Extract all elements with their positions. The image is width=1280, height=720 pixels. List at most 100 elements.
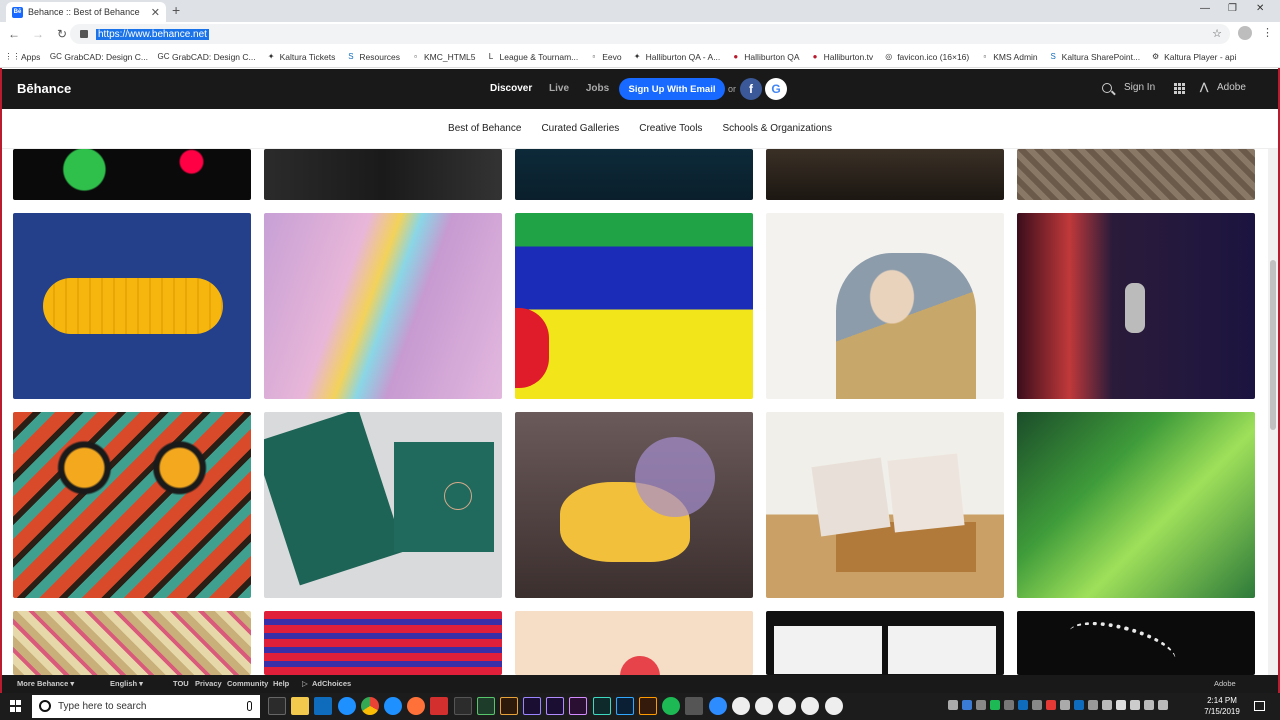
- firefox-icon[interactable]: [407, 697, 426, 715]
- tray-app-icon[interactable]: [1004, 700, 1014, 710]
- photoshop-icon[interactable]: [615, 697, 634, 715]
- tray-app-icon[interactable]: [1046, 700, 1056, 710]
- adobe-logo-icon[interactable]: ⋀: [1200, 82, 1208, 93]
- project-thumbnail[interactable]: [1017, 412, 1255, 598]
- nav-live[interactable]: Live: [549, 83, 569, 94]
- bookmark-star-icon[interactable]: ☆: [1212, 27, 1222, 40]
- media-encoder-icon[interactable]: [569, 697, 588, 715]
- nav-jobs[interactable]: Jobs: [586, 83, 609, 94]
- bookmark-item[interactable]: GC GrabCAD: Design C...: [50, 52, 148, 62]
- project-thumbnail[interactable]: [264, 213, 502, 399]
- nav-discover[interactable]: Discover: [490, 83, 532, 94]
- captivate-icon[interactable]: [476, 697, 495, 715]
- project-thumbnail[interactable]: [1017, 213, 1255, 399]
- app-icon[interactable]: [685, 697, 704, 715]
- app-icon[interactable]: [453, 697, 472, 715]
- tray-app-icon[interactable]: [1074, 700, 1084, 710]
- battery-icon[interactable]: [1130, 700, 1140, 710]
- search-icon[interactable]: [1102, 83, 1112, 93]
- bookmark-item[interactable]: ⚙ Kaltura Player - api: [1151, 52, 1236, 62]
- project-thumbnail[interactable]: [1017, 149, 1255, 200]
- bookmark-item[interactable]: L League & Tournam...: [487, 52, 579, 62]
- apps-grid-icon[interactable]: [1174, 83, 1185, 94]
- url-text[interactable]: https://www.behance.net: [96, 28, 209, 40]
- illustrator-icon[interactable]: [639, 697, 657, 715]
- project-thumbnail[interactable]: [264, 412, 502, 598]
- notification-icon[interactable]: [1254, 701, 1265, 711]
- minimize-icon[interactable]: —: [1200, 3, 1210, 14]
- audition-icon[interactable]: [592, 697, 611, 715]
- scrollbar-thumb[interactable]: [1270, 260, 1276, 430]
- reload-icon[interactable]: ↻: [52, 27, 72, 41]
- project-thumbnail[interactable]: [13, 412, 251, 598]
- restore-icon[interactable]: ❐: [1228, 3, 1237, 14]
- footer-community-link[interactable]: Community: [227, 679, 268, 688]
- obs-icon[interactable]: [731, 697, 750, 715]
- bookmark-item[interactable]: ▫ KMC_HTML5: [411, 52, 475, 62]
- microphone-icon[interactable]: [247, 701, 252, 711]
- project-thumbnail[interactable]: [13, 611, 251, 675]
- bookmark-item[interactable]: ◎ favicon.ico (16×16): [884, 52, 969, 62]
- taskbar-clock[interactable]: 2:14 PM 7/15/2019: [1200, 695, 1244, 717]
- footer-tou-link[interactable]: TOU: [173, 679, 189, 688]
- bookmark-item[interactable]: ✦ Kaltura Tickets: [267, 52, 336, 62]
- ie-icon[interactable]: [383, 697, 402, 715]
- close-window-icon[interactable]: ✕: [1256, 3, 1264, 14]
- project-thumbnail[interactable]: [13, 213, 251, 399]
- premiere-icon[interactable]: [546, 697, 565, 715]
- keyboard-icon[interactable]: [1158, 700, 1168, 710]
- bookmark-item[interactable]: ⋮⋮ Apps: [5, 52, 41, 62]
- bookmark-item[interactable]: GC GrabCAD: Design C...: [158, 52, 256, 62]
- bookmark-item[interactable]: S Kaltura SharePoint...: [1049, 52, 1140, 62]
- behance-logo[interactable]: Bēhance: [17, 81, 71, 96]
- footer-adobe-link[interactable]: Adobe: [1214, 679, 1236, 688]
- forward-icon[interactable]: →: [28, 27, 48, 41]
- obs-icon[interactable]: [801, 697, 820, 715]
- close-tab-icon[interactable]: ✕: [151, 6, 160, 19]
- task-view-icon[interactable]: [268, 697, 286, 715]
- language-icon[interactable]: [1144, 700, 1154, 710]
- project-thumbnail[interactable]: [1017, 611, 1255, 675]
- tray-app-icon[interactable]: [976, 700, 986, 710]
- bridge-icon[interactable]: [499, 697, 518, 715]
- network-icon[interactable]: [1116, 700, 1126, 710]
- subnav-curated-galleries[interactable]: Curated Galleries: [541, 123, 619, 134]
- menu-dots-icon[interactable]: ⋮: [1262, 26, 1273, 39]
- tray-app-icon[interactable]: [962, 700, 972, 710]
- bookmark-item[interactable]: ● Halliburton.tv: [811, 52, 874, 62]
- app-icon[interactable]: [430, 697, 449, 715]
- subnav-schools-organizations[interactable]: Schools & Organizations: [722, 123, 832, 134]
- project-thumbnail[interactable]: [515, 213, 753, 399]
- project-thumbnail[interactable]: [515, 149, 753, 200]
- taskbar-search[interactable]: Type here to search: [32, 695, 260, 718]
- footer-help-link[interactable]: Help: [273, 679, 289, 688]
- bookmark-item[interactable]: ● Halliburton QA: [731, 52, 799, 62]
- project-thumbnail[interactable]: [766, 149, 1004, 200]
- language-select[interactable]: English ▾: [110, 679, 143, 688]
- bookmark-item[interactable]: ▫ KMS Admin: [980, 52, 1037, 62]
- sign-in-link[interactable]: Sign In: [1124, 82, 1155, 93]
- project-thumbnail[interactable]: [766, 213, 1004, 399]
- obs-icon[interactable]: [778, 697, 797, 715]
- project-thumbnail[interactable]: [264, 611, 502, 675]
- spotify-icon[interactable]: [662, 697, 681, 715]
- footer-privacy-link[interactable]: Privacy: [195, 679, 222, 688]
- facebook-icon[interactable]: f: [740, 78, 762, 100]
- google-icon[interactable]: G: [765, 78, 787, 100]
- subnav-creative-tools[interactable]: Creative Tools: [639, 123, 702, 134]
- adchoices-icon[interactable]: ▷: [302, 679, 308, 688]
- wifi-icon[interactable]: [1088, 700, 1098, 710]
- edge-icon[interactable]: [337, 697, 356, 715]
- after-effects-icon[interactable]: [523, 697, 542, 715]
- tray-app-icon[interactable]: [1032, 700, 1042, 710]
- tray-app-icon[interactable]: [1060, 700, 1070, 710]
- back-icon[interactable]: ←: [4, 27, 24, 41]
- bookmark-item[interactable]: S Resources: [346, 52, 400, 62]
- more-behance-link[interactable]: More Behance ▾: [17, 679, 74, 688]
- tray-app-icon[interactable]: [990, 700, 1000, 710]
- obs-icon[interactable]: [824, 697, 843, 715]
- obs-icon[interactable]: [754, 697, 773, 715]
- tray-app-icon[interactable]: [1018, 700, 1028, 710]
- subnav-best-of-behance[interactable]: Best of Behance: [448, 123, 521, 134]
- sign-up-button[interactable]: Sign Up With Email: [619, 78, 725, 100]
